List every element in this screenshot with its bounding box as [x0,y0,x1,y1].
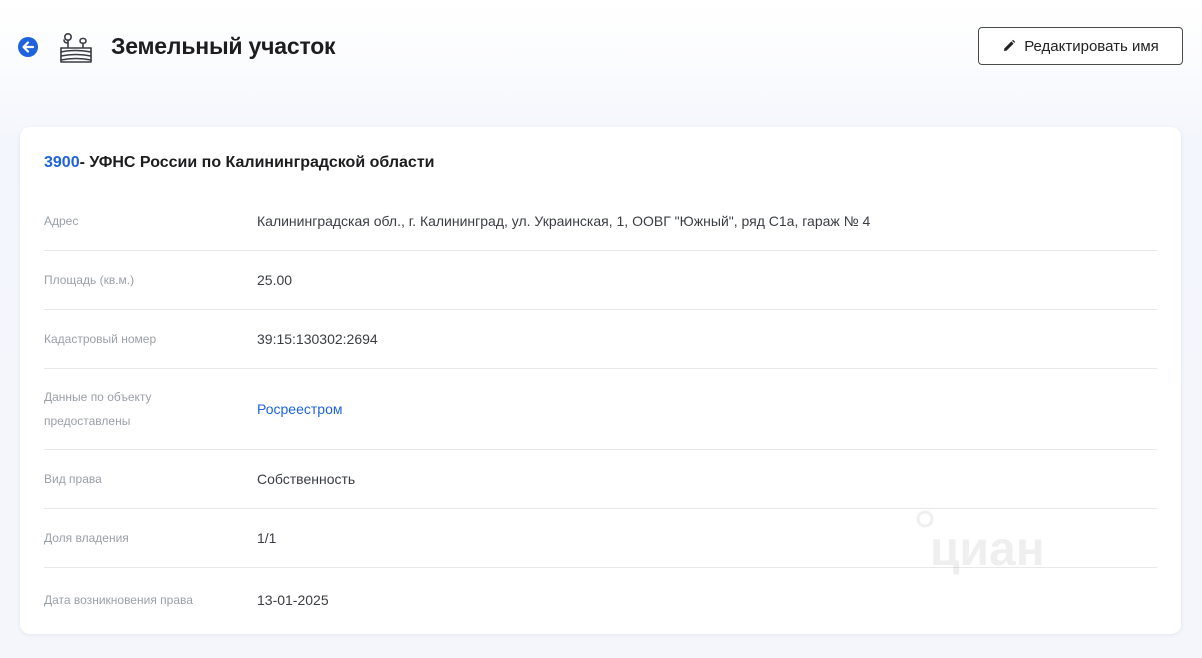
detail-value: Калининградская обл., г. Калининград, ул… [257,213,871,229]
detail-value: Собственность [257,471,356,487]
detail-label: Площадь (кв.м.) [44,273,135,287]
arrow-left-icon [22,41,35,53]
detail-label: Вид права [44,472,102,486]
detail-row-area: Площадь (кв.м.) 25.00 [44,251,1157,310]
detail-row-cadastral: Кадастровый номер 39:15:130302:2694 [44,310,1157,369]
edit-name-button[interactable]: Редактировать имя [978,27,1183,65]
detail-label: Адрес [44,214,79,228]
detail-row-address: Адрес Калининградская обл., г. Калинингр… [44,192,1157,251]
property-details: Адрес Калининградская обл., г. Калинингр… [44,192,1157,632]
detail-row-right-type: Вид права Собственность [44,450,1157,509]
detail-row-share: Доля владения 1/1 [44,509,1157,568]
detail-row-right-date: Дата возникновения права 13-01-2025 [44,568,1157,632]
detail-label: Доля владения [44,531,129,545]
detail-value: 25.00 [257,272,293,288]
pencil-icon [1002,39,1016,53]
page-header: Земельный участок Редактировать имя [0,0,1202,96]
tax-authority-title: 3900- УФНС России по Калининградской обл… [44,154,435,172]
detail-label: Данные по объекту предоставлены [44,390,152,428]
land-plot-icon [60,32,92,63]
edit-name-label: Редактировать имя [1024,37,1159,55]
property-card: 3900- УФНС России по Калининградской обл… [20,127,1181,634]
detail-label: Кадастровый номер [44,332,157,346]
detail-value: 1/1 [257,530,277,546]
page-title: Земельный участок [111,33,336,59]
detail-row-source: Данные по объекту предоставлены Росреест… [44,369,1157,450]
rosreestr-link[interactable]: Росреестром [257,401,342,417]
detail-value: 13-01-2025 [257,592,329,608]
detail-value: 39:15:130302:2694 [257,331,378,347]
tax-authority-code: 3900 [44,154,80,171]
back-button[interactable] [18,37,38,57]
detail-label: Дата возникновения права [44,593,193,607]
tax-authority-name: - УФНС России по Калининградской области [79,154,435,171]
